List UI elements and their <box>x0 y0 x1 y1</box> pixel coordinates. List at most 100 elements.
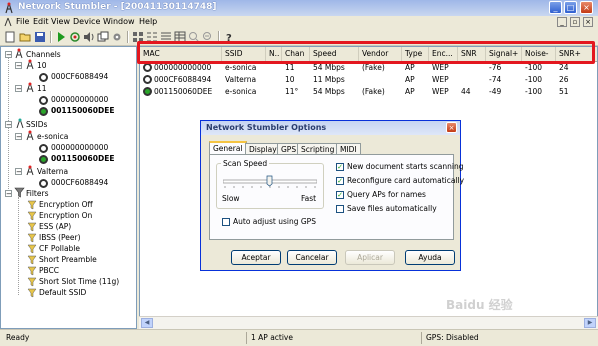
tree-pane[interactable]: − Channels − 10 000CF6088494 − 11 000000… <box>0 46 137 329</box>
filter-item[interactable]: PBCC <box>39 266 59 275</box>
filter-item[interactable]: Encryption Off <box>39 200 93 209</box>
doc-close-button[interactable]: × <box>583 17 593 27</box>
menu-edit[interactable]: Edit <box>33 17 49 26</box>
tab-general[interactable]: General <box>209 141 247 155</box>
filter-item[interactable]: Default SSID <box>39 288 86 297</box>
antenna-icon <box>26 59 34 70</box>
apply-button[interactable]: Aplicar <box>345 250 395 265</box>
tree-ssid-esonica-ap[interactable]: 000000000000 <box>51 143 108 152</box>
minimize-button[interactable]: _ <box>549 1 562 14</box>
query-aps-checkbox[interactable]: ✓ <box>336 191 344 199</box>
doc-minimize-button[interactable]: _ <box>557 17 567 27</box>
horizontal-scrollbar[interactable]: ◀ ▶ <box>139 316 598 329</box>
filter-item[interactable]: Short Preamble <box>39 255 97 264</box>
new-file-icon[interactable] <box>4 31 16 43</box>
table-row[interactable]: 000CF6088494 Valterna 10 11 Mbps AP WEP … <box>140 74 597 85</box>
toolbar-separator <box>50 31 52 43</box>
cell-encryption: WEP <box>432 87 449 96</box>
tree-channel-11-label[interactable]: 11 <box>37 84 47 93</box>
tree-line <box>18 197 19 295</box>
scroll-right-button[interactable]: ▶ <box>584 318 596 328</box>
menu-window[interactable]: Window <box>103 17 135 26</box>
play-icon[interactable] <box>55 31 67 43</box>
ssid-valterna-expander[interactable]: − <box>15 168 22 176</box>
filter-check-icon <box>27 222 37 232</box>
auto-adjust-gps-checkbox[interactable] <box>222 218 230 226</box>
menu-file[interactable]: File <box>16 17 29 26</box>
close-button[interactable]: × <box>580 1 593 14</box>
menu-view[interactable]: View <box>51 17 70 26</box>
filter-check-icon <box>27 200 37 210</box>
cell-signal: -49 <box>489 87 502 96</box>
filter-check-icon <box>27 211 37 221</box>
new-doc-scanning-checkbox[interactable]: ✓ <box>336 163 344 171</box>
filter-check-icon <box>27 288 37 298</box>
antenna-icon <box>26 82 34 93</box>
tree-ssid-valterna-ap[interactable]: 000CF6088494 <box>51 178 108 187</box>
filter-item[interactable]: ESS (AP) <box>39 222 71 231</box>
gear-icon[interactable] <box>111 31 123 43</box>
cell-chan: 11° <box>285 87 299 96</box>
tree-ssid-esonica-label[interactable]: e-sonica <box>37 132 68 141</box>
save-icon[interactable] <box>34 31 46 43</box>
tree-ssids-label[interactable]: SSIDs <box>26 120 47 129</box>
tree-channel-10-ap[interactable]: 000CF6088494 <box>51 72 108 81</box>
auto-config-icon[interactable] <box>69 31 81 43</box>
maximize-button[interactable]: □ <box>564 1 577 14</box>
antenna-icon <box>26 130 34 141</box>
filter-item[interactable]: Encryption On <box>39 211 92 220</box>
tree-channel-10-label[interactable]: 10 <box>37 61 47 70</box>
ap-signal-icon <box>39 96 48 105</box>
filter-item[interactable]: IBSS (Peer) <box>39 233 81 242</box>
dialog-close-button[interactable]: × <box>446 122 457 133</box>
channels-expander[interactable]: − <box>5 51 12 59</box>
document-icon <box>4 17 12 27</box>
app-icon <box>5 2 13 14</box>
open-folder-icon[interactable] <box>19 31 31 43</box>
help-button[interactable]: Ayuda <box>405 250 455 265</box>
tree-channel-11-ap[interactable]: 001150060DEE <box>51 106 114 115</box>
scan-speed-slider[interactable] <box>223 175 317 189</box>
filters-expander[interactable]: − <box>5 190 12 198</box>
doc-restore-button[interactable]: ▫ <box>570 17 580 27</box>
table-row[interactable]: 001150060DEE e-sonica 11° 54 Mbps (Fake)… <box>140 86 597 97</box>
channel-10-expander[interactable]: − <box>15 62 22 70</box>
filter-check-icon <box>27 233 37 243</box>
toolbar-separator <box>127 31 129 43</box>
windows-icon[interactable] <box>97 31 109 43</box>
filter-item[interactable]: Short Slot Time (11g) <box>39 277 119 286</box>
new-doc-scanning-label: New document starts scanning <box>347 162 464 171</box>
filter-check-icon <box>27 266 37 276</box>
cell-vendor: (Fake) <box>362 87 385 96</box>
scroll-left-button[interactable]: ◀ <box>141 318 153 328</box>
dialog-title-bar: Network Stumbler Options × <box>201 121 460 135</box>
menu-device[interactable]: Device <box>73 17 100 26</box>
save-files-label: Save files automatically <box>347 204 437 213</box>
tree-channels-label[interactable]: Channels <box>26 50 61 59</box>
cell-signal: -74 <box>489 75 502 84</box>
cell-type: AP <box>405 87 415 96</box>
cancel-button[interactable]: Cancelar <box>287 250 337 265</box>
options-dialog: Network Stumbler Options × General Displ… <box>200 120 464 271</box>
auto-adjust-gps-label: Auto adjust using GPS <box>233 217 316 226</box>
antenna-icon <box>26 165 34 176</box>
channel-11-expander[interactable]: − <box>15 85 22 93</box>
tree-filters-label[interactable]: Filters <box>26 189 48 198</box>
filter-item[interactable]: CF Pollable <box>39 244 80 253</box>
tree-channel-11-ap[interactable]: 000000000000 <box>51 95 108 104</box>
cell-chan: 10 <box>285 75 295 84</box>
tree-ssid-valterna-label[interactable]: Valterna <box>37 167 68 176</box>
cell-mac: 000CF6088494 <box>154 75 212 84</box>
ssids-expander[interactable]: − <box>5 121 12 129</box>
tree-ssid-esonica-ap[interactable]: 001150060DEE <box>51 154 114 163</box>
cell-ssid: Valterna <box>225 75 257 84</box>
reconfigure-card-checkbox[interactable]: ✓ <box>336 177 344 185</box>
ok-button[interactable]: Aceptar <box>231 250 281 265</box>
menu-help[interactable]: Help <box>139 17 157 26</box>
cell-mac: 001150060DEE <box>154 87 213 96</box>
highlight-annotation <box>137 41 595 64</box>
ssid-esonica-expander[interactable]: − <box>15 133 22 141</box>
sound-icon[interactable] <box>83 31 95 43</box>
save-files-checkbox[interactable] <box>336 205 344 213</box>
status-ready: Ready <box>6 333 30 342</box>
